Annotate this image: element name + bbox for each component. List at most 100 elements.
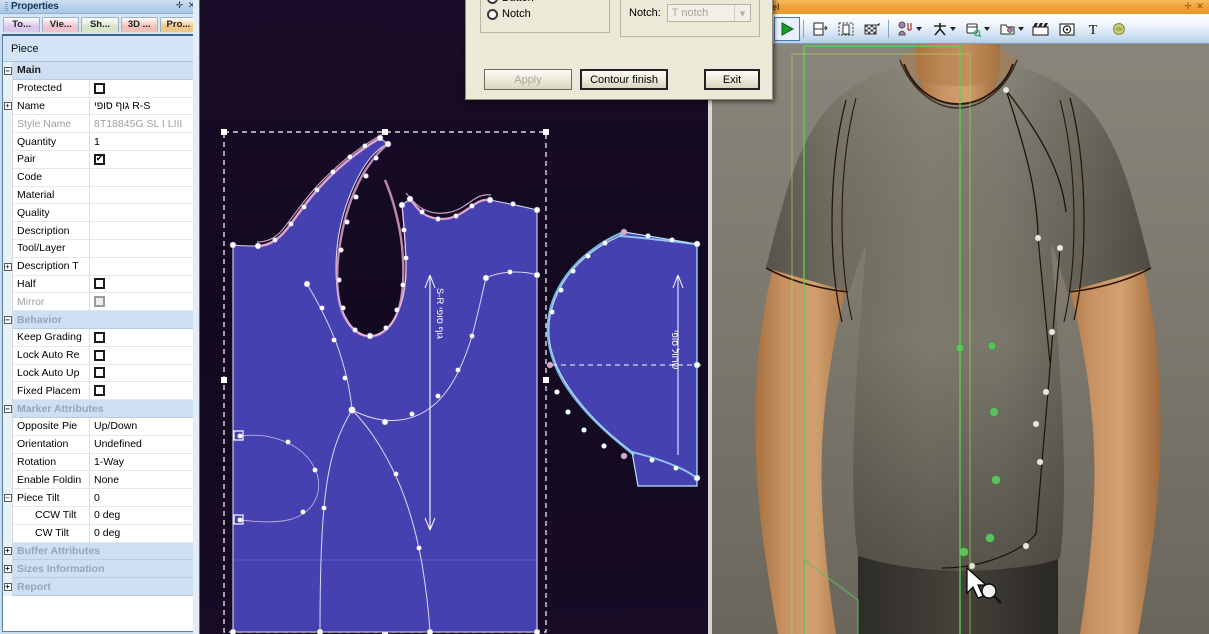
close-icon[interactable]: ✕ xyxy=(1194,2,1206,12)
chevron-down-icon[interactable] xyxy=(915,26,922,31)
property-row[interactable]: Style Name 8T18845G SL I LIII xyxy=(3,115,196,134)
property-row[interactable]: + Name S-R גוף סופי xyxy=(3,97,196,116)
property-value[interactable]: ✔ xyxy=(90,150,196,169)
image-map-icon[interactable] xyxy=(994,17,1028,41)
property-row[interactable]: Code xyxy=(3,168,196,187)
property-group-header[interactable]: + Buffer Attributes xyxy=(3,542,196,561)
expand-icon[interactable]: + xyxy=(3,262,12,271)
chevron-down-icon-4[interactable] xyxy=(1017,26,1024,31)
cylinder-drape-icon[interactable] xyxy=(807,17,833,41)
property-group-header[interactable]: − Marker Attributes xyxy=(3,400,196,418)
pin-icon[interactable]: ✛ xyxy=(1182,2,1194,12)
property-value[interactable]: 0 xyxy=(90,489,196,507)
fabric-properties-icon[interactable] xyxy=(960,17,994,41)
render-preview-icon[interactable] xyxy=(1054,17,1080,41)
3d-viewport[interactable] xyxy=(708,0,1209,634)
drag-grip-icon[interactable] xyxy=(5,2,8,11)
property-value[interactable] xyxy=(90,257,196,276)
contour-tool-dialog[interactable]: Button Notch Curve Non Curve Notch: xyxy=(465,0,773,100)
row-gutter[interactable]: − xyxy=(3,489,13,507)
property-row[interactable]: Quality xyxy=(3,204,196,223)
property-value[interactable] xyxy=(90,382,196,401)
properties-panel-scrollbar[interactable] xyxy=(193,0,199,634)
property-row[interactable]: Rotation 1-Way xyxy=(3,453,196,472)
checkbox-unchecked-icon[interactable] xyxy=(94,278,105,290)
group-expander-cell[interactable]: + xyxy=(3,578,13,596)
group-expander-cell[interactable]: − xyxy=(3,311,13,329)
contour-finish-button[interactable]: Contour finish xyxy=(580,69,668,90)
property-value[interactable]: S-R גוף סופי xyxy=(90,97,196,116)
property-row[interactable]: Lock Auto Re xyxy=(3,346,196,365)
properties-tab-3[interactable]: 3D ... xyxy=(120,17,158,32)
property-row[interactable]: Keep Grading xyxy=(3,328,196,347)
properties-grid-container[interactable]: Piece − Main Protected + Name S-R גוף סופי Sty… xyxy=(2,34,197,632)
property-row[interactable]: Enable Foldin None xyxy=(3,471,196,490)
property-row[interactable]: Mirror xyxy=(3,293,196,312)
property-group-header[interactable]: + Report xyxy=(3,578,196,596)
apply-button[interactable]: Apply xyxy=(484,69,572,90)
property-group-header[interactable]: − Main xyxy=(3,62,196,80)
property-value[interactable]: 1-Way xyxy=(90,453,196,472)
row-gutter[interactable]: + xyxy=(3,257,13,276)
animation-clapper-icon[interactable] xyxy=(1028,17,1054,41)
property-value[interactable]: 8T18845G SL I LIII xyxy=(90,115,196,134)
properties-grid[interactable]: − Main Protected + Name S-R גוף סופי Style Nam… xyxy=(3,62,196,631)
text-tool-icon[interactable]: T xyxy=(1080,17,1106,41)
notch-type-dropdown[interactable]: T notch ▾ xyxy=(666,4,751,22)
texture-mesh-icon[interactable] xyxy=(859,17,885,41)
radio-button-indicator[interactable] xyxy=(487,0,498,4)
property-value[interactable]: None xyxy=(90,471,196,490)
avatar-tools-icon[interactable] xyxy=(892,17,926,41)
radio-notch-indicator[interactable] xyxy=(487,8,498,20)
group-expander-cell[interactable]: + xyxy=(3,542,13,561)
property-row[interactable]: + Description T xyxy=(3,257,196,276)
radio-option-notch[interactable]: Notch xyxy=(487,6,609,22)
checkbox-unchecked-icon[interactable] xyxy=(94,349,105,361)
property-value[interactable] xyxy=(90,275,196,294)
chevron-down-icon-3[interactable] xyxy=(983,26,990,31)
property-row[interactable]: Pair ✔ xyxy=(3,150,196,169)
row-gutter[interactable]: + xyxy=(3,97,13,116)
property-value[interactable]: Undefined xyxy=(90,435,196,454)
property-row[interactable]: CW Tilt 0 deg xyxy=(3,524,196,543)
collapse-icon[interactable]: − xyxy=(3,494,12,503)
checkbox-unchecked-icon[interactable] xyxy=(94,331,105,343)
play-simulation-icon[interactable] xyxy=(774,16,800,41)
property-row[interactable]: Fixed Placem xyxy=(3,382,196,401)
property-row[interactable]: Quantity 1 xyxy=(3,133,196,151)
property-value[interactable]: 0 deg xyxy=(90,524,196,543)
property-row[interactable]: Opposite Pie Up/Down xyxy=(3,417,196,436)
collapse-icon[interactable]: − xyxy=(3,66,12,75)
property-row[interactable]: Half xyxy=(3,275,196,294)
property-value[interactable] xyxy=(90,328,196,347)
property-row[interactable]: − Piece Tilt 0 xyxy=(3,489,196,507)
property-value[interactable]: 1 xyxy=(90,133,196,151)
checkbox-checked-icon[interactable]: ✔ xyxy=(94,153,105,165)
properties-panel-titlebar[interactable]: Properties ✛ ✕ xyxy=(0,0,199,14)
collapse-icon[interactable]: − xyxy=(3,405,12,414)
property-row[interactable]: CCW Tilt 0 deg xyxy=(3,506,196,525)
expand-icon[interactable]: + xyxy=(3,547,12,556)
properties-tab-2[interactable]: Sh... xyxy=(81,17,119,32)
expand-icon[interactable]: + xyxy=(3,583,12,591)
properties-tab-4[interactable]: Pro... xyxy=(159,17,198,32)
property-value[interactable] xyxy=(90,222,196,240)
checkbox-unchecked-icon[interactable] xyxy=(94,82,105,94)
properties-tab-0[interactable]: To... xyxy=(3,17,41,32)
group-expander-cell[interactable]: + xyxy=(3,560,13,579)
checkbox-unchecked-icon[interactable] xyxy=(94,367,105,379)
property-group-header[interactable]: − Behavior xyxy=(3,311,196,329)
property-value[interactable] xyxy=(90,186,196,205)
checkbox-unchecked-icon[interactable] xyxy=(94,385,105,397)
property-row[interactable]: Lock Auto Up xyxy=(3,364,196,383)
property-value[interactable] xyxy=(90,293,196,312)
lighting-icon[interactable] xyxy=(1106,17,1132,41)
property-value[interactable] xyxy=(90,204,196,223)
property-row[interactable]: Description xyxy=(3,222,196,240)
property-row[interactable]: Orientation Undefined xyxy=(3,435,196,454)
pin-icon-properties[interactable]: ✛ xyxy=(174,1,185,12)
property-value[interactable] xyxy=(90,79,196,98)
property-row[interactable]: Tool/Layer xyxy=(3,239,196,258)
chevron-down-icon-2[interactable] xyxy=(949,26,956,31)
tool-window-titlebar[interactable]: el ✛ ✕ xyxy=(770,0,1209,14)
